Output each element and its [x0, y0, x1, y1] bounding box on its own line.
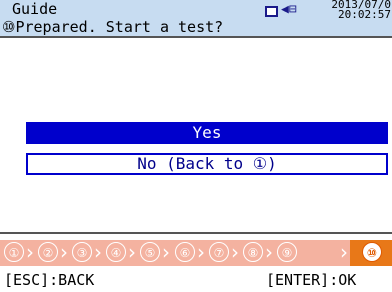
chevron-right-icon: › [265, 240, 273, 264]
yes-option[interactable]: Yes [26, 122, 388, 144]
time-text: 20:02:57 [338, 8, 391, 21]
step-1: ① [4, 242, 24, 262]
chevron-right-icon: › [162, 240, 170, 264]
guide-prompt: ⑩Prepared. Start a test? [2, 18, 224, 36]
step-progress-bar: ① › ② › ③ › ④ › ⑤ › ⑥ › ⑦ › ⑧ › ⑨ › ⑩ [0, 240, 392, 266]
step-3: ③ [72, 242, 92, 262]
no-back-option[interactable]: No (Back to ①) [26, 153, 388, 175]
step-9: ⑨ [277, 242, 297, 262]
step-8: ⑧ [243, 242, 263, 262]
key-hint-bar: [ESC]:BACK [ENTER]:OK [0, 268, 392, 292]
enter-ok-hint[interactable]: [ENTER]:OK [266, 270, 356, 290]
chevron-right-icon: › [128, 240, 136, 264]
battery-icon [265, 6, 278, 17]
chevron-right-icon: › [197, 240, 205, 264]
esc-back-hint[interactable]: [ESC]:BACK [4, 270, 94, 290]
chevron-right-icon: › [26, 240, 34, 264]
step-5: ⑤ [140, 242, 160, 262]
options-panel: Yes No (Back to ①) [0, 36, 392, 234]
chevron-right-icon: › [340, 240, 348, 264]
step-2: ② [38, 242, 58, 262]
step-6: ⑥ [175, 242, 195, 262]
chevron-right-icon: › [94, 240, 102, 264]
step-7: ⑦ [209, 242, 229, 262]
datetime-display: 2013/07/0 20:02:57 [319, 0, 391, 20]
header-bar: Guide ◀⊟ 2013/07/0 20:02:57 ⑩Prepared. S… [0, 0, 392, 36]
chevron-right-icon: › [231, 240, 239, 264]
ac-power-plug-icon: ◀⊟ [281, 2, 297, 17]
guide-screen: Guide ◀⊟ 2013/07/0 20:02:57 ⑩Prepared. S… [0, 0, 392, 292]
step-10-active: ⑩ [362, 242, 382, 262]
step-4: ④ [106, 242, 126, 262]
chevron-right-icon: › [60, 240, 68, 264]
page-title: Guide [12, 0, 58, 18]
